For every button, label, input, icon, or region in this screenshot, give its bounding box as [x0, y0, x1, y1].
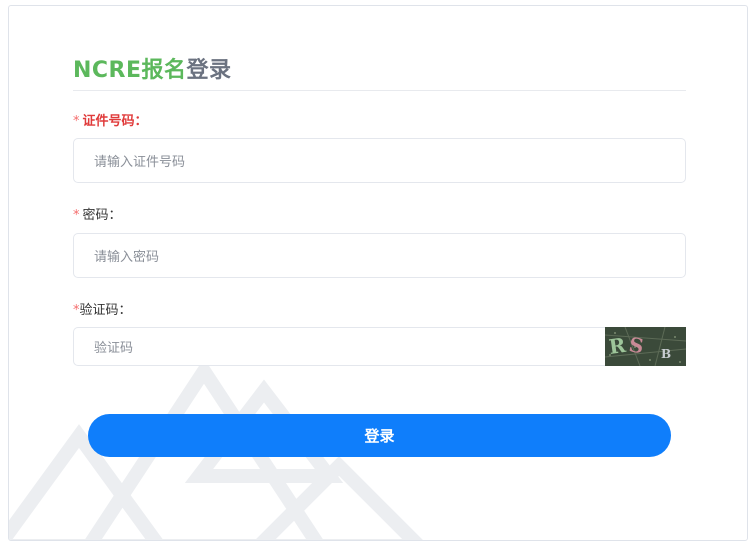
title-divider [73, 90, 686, 91]
captcha-char: B [661, 347, 671, 361]
login-panel: NCRE报名登录 * 证件号码： 请输入证件号码 * 密码： 请输入密码 *验证码：… [8, 5, 748, 541]
captcha-placeholder: 验证码 [94, 341, 134, 356]
required-mark: * [73, 114, 80, 129]
captcha-label: *验证码： [73, 299, 132, 318]
captcha-input[interactable]: 验证码 [73, 327, 605, 366]
login-button[interactable]: 登录 [88, 414, 671, 457]
captcha-label-text: 验证码： [79, 303, 132, 318]
password-label: * 密码： [73, 204, 122, 223]
id-number-label: * 证件号码： [73, 110, 148, 129]
required-mark: * [73, 208, 80, 223]
page-title: NCRE报名登录 [73, 52, 232, 84]
page-title-action: 登录 [186, 58, 232, 83]
password-placeholder: 请输入密码 [94, 250, 160, 265]
captcha-noise-graphic: RSB [605, 327, 686, 366]
password-input[interactable]: 请输入密码 [73, 233, 686, 278]
captcha-image[interactable]: RSB [605, 327, 686, 366]
password-label-text: 密码： [82, 208, 122, 223]
id-number-input[interactable]: 请输入证件号码 [73, 138, 686, 183]
page-title-brand: NCRE报名 [73, 58, 187, 83]
id-number-label-text: 证件号码： [82, 114, 148, 129]
id-number-placeholder: 请输入证件号码 [94, 155, 186, 170]
